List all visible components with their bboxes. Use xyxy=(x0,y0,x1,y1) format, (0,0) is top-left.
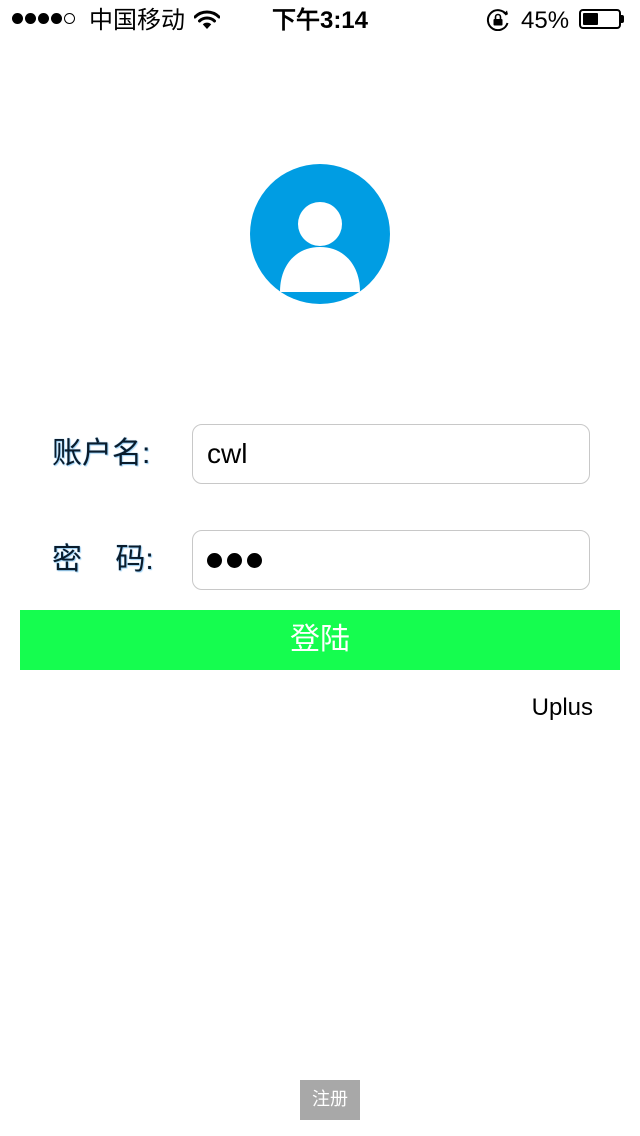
battery-tip xyxy=(621,15,624,23)
battery-percentage: 45% xyxy=(521,7,570,34)
orientation-lock-icon xyxy=(486,9,509,31)
brand-text: Uplus xyxy=(531,694,593,721)
password-mask-dot xyxy=(207,552,222,568)
status-bar: 中国移动 下午3:14 45% xyxy=(0,0,640,40)
password-mask-dot xyxy=(247,552,262,568)
password-mask-dot xyxy=(227,552,242,568)
avatar-head xyxy=(298,202,342,246)
username-label: 账户名: xyxy=(52,437,151,470)
username-input[interactable] xyxy=(192,424,590,484)
password-input[interactable] xyxy=(192,530,590,590)
user-avatar-icon xyxy=(250,164,390,304)
battery-level-fill xyxy=(583,13,598,25)
login-button[interactable]: 登陆 xyxy=(20,610,620,670)
password-label: 密 码: xyxy=(52,543,154,576)
register-button[interactable]: 注册 xyxy=(300,1080,360,1120)
battery-icon xyxy=(579,9,621,29)
